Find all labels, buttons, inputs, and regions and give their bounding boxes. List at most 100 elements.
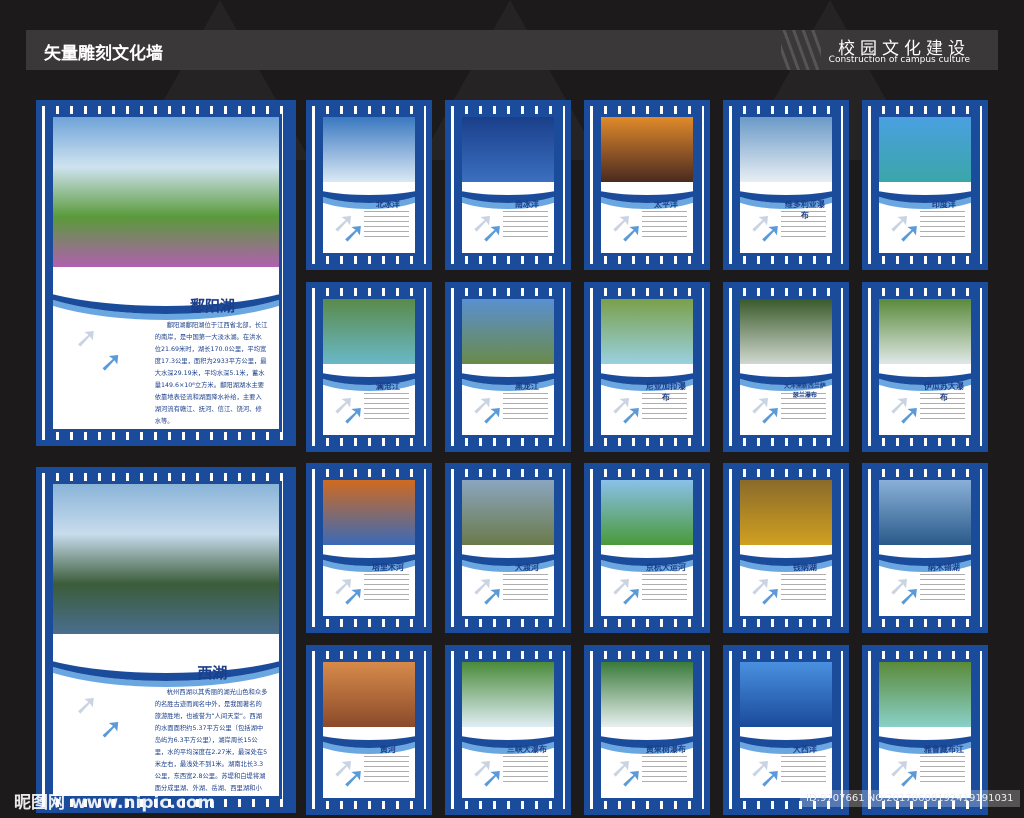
arrow-decoration: ➚ ➚ (748, 388, 783, 432)
panel-body-text: 鄱阳湖鄱阳湖位于江西省北部，长江的南岸，是中国第一大淡水湖。在洪水位21.69米… (154, 321, 268, 425)
display-panel: ➚ ➚ 钱纳湖 (723, 463, 849, 633)
panel-title: 大西洋 (792, 744, 817, 754)
arrow-decoration: ➚ ➚ (887, 569, 922, 613)
panel-frame: ➚ ➚ 纳木错湖 (868, 469, 982, 627)
arrow-decoration: ➚ ➚ (887, 206, 922, 250)
panel-body-text (364, 755, 410, 782)
panel-content: ➚ ➚ 纳木错湖 (876, 477, 974, 619)
panel-body-text (364, 210, 410, 237)
panel-body-text (781, 392, 827, 419)
panel-title: 三峡大瀑布 (506, 744, 547, 754)
blue-swoosh (601, 162, 693, 203)
blue-swoosh (740, 525, 832, 566)
large-display-panel: ➚ ➚ 西湖 杭州西湖以其秀丽的湖光山色和众多的名胜古迹而闻名中外，是我国著名的旅游胜… (36, 467, 296, 813)
panel-title: 黑龙江 (514, 381, 539, 391)
display-panel: ➚ ➚ 京杭大运河 (584, 463, 710, 633)
display-panel: ➚ ➚ 北冰洋 (306, 100, 432, 270)
panel-body-text (920, 392, 966, 419)
display-panel: ➚ ➚ 太平洋 (584, 100, 710, 270)
panel-frame: ➚➚尼亚加拉瀑布 (590, 288, 704, 446)
arrow-decoration: ➚ ➚ (331, 751, 366, 795)
display-panel: ➚➚伊瓜苏大瀑布 (862, 282, 988, 452)
panel-content: ➚ ➚ 黄果树瀑布 (598, 659, 696, 801)
arrow-decoration: ➚ ➚ (331, 388, 366, 432)
display-panel: ➚➚尼亚加拉瀑布 (584, 282, 710, 452)
arrow-decoration: ➚ ➚ (887, 751, 922, 795)
blue-swoosh (462, 344, 554, 385)
blue-swoosh (323, 707, 415, 748)
display-panel: ➚ ➚ 大渡河 (445, 463, 571, 633)
panel-body-text (781, 573, 827, 600)
arrow-decoration: ➚ ➚ (331, 206, 366, 250)
panel-title: 钱纳湖 (792, 562, 817, 572)
panel-content: ➚ ➚ 雅鲁藏布江 (876, 659, 974, 801)
panel-frame: ➚ ➚ 雅鲁藏布江 (868, 651, 982, 809)
arrow-decoration: ➚ ➚ (609, 751, 644, 795)
panel-body-text (503, 755, 549, 782)
panel-title: 北冰洋 (375, 199, 400, 209)
blue-swoosh (740, 344, 832, 385)
panel-content: ➚ ➚ 南冰洋 (459, 114, 557, 256)
panel-content: ➚ ➚ 京杭大运河 (598, 477, 696, 619)
panel-frame: ➚ ➚ 太平洋 (590, 106, 704, 264)
display-panel: ➚ ➚ 塔里木河 (306, 463, 432, 633)
display-panel: ➚ ➚ 印度洋 (862, 100, 988, 270)
panel-title: 京杭大运河 (645, 562, 686, 572)
arrow-decoration: ➚ ➚ (470, 206, 505, 250)
panel-frame: ➚ ➚ 南冰洋 (451, 106, 565, 264)
panel-frame: ➚ ➚ 大渡河 (451, 469, 565, 627)
large-display-panel: ➚ ➚ 鄱阳湖 鄱阳湖鄱阳湖位于江西省北部，长江的南岸，是中国第一大淡水湖。在洪水位2… (36, 100, 296, 446)
panel-body-text (642, 210, 688, 237)
panel-content: ➚ ➚ 印度洋 (876, 114, 974, 256)
panel-body-text (920, 573, 966, 600)
blue-swoosh (601, 344, 693, 385)
arrow-decoration: ➚ ➚ (470, 388, 505, 432)
panel-content: ➚ ➚ 塔里木河 (320, 477, 418, 619)
display-panel: ➚ ➚ 黄河 (306, 645, 432, 815)
panel-content: ➚ ➚ 大西洋 (737, 659, 835, 801)
panel-frame: ➚➚大洋洲新西兰萨瑟兰瀑布 (729, 288, 843, 446)
panel-body-text (781, 755, 827, 782)
arrow-decoration: ➚ ➚ (748, 569, 783, 613)
blue-swoosh (601, 707, 693, 748)
display-panel: ➚ ➚ 黄果树瀑布 (584, 645, 710, 815)
panel-frame: ➚ ➚ 大西洋 (729, 651, 843, 809)
blue-swoosh (879, 344, 971, 385)
display-panel: ➚➚大洋洲新西兰萨瑟兰瀑布 (723, 282, 849, 452)
blue-swoosh (740, 707, 832, 748)
banner-title: 矢量雕刻文化墙 (44, 44, 163, 64)
panel-title: 黄河 (379, 744, 396, 754)
arrow-decoration: ➚ ➚ (609, 206, 644, 250)
arrow-decoration: ➚ ➚ (887, 388, 922, 432)
panel-content: ➚➚尼亚加拉瀑布 (598, 296, 696, 438)
panel-title: 太平洋 (653, 199, 678, 209)
panel-title: 鄱阳湖 (189, 296, 235, 315)
blue-swoosh (462, 707, 554, 748)
blue-swoosh (740, 162, 832, 203)
display-panel: ➚ ➚ 澜沧江 (306, 282, 432, 452)
panel-frame: ➚ ➚ 黑龙江 (451, 288, 565, 446)
panel-body-text (364, 573, 410, 600)
panel-frame: ➚ ➚ 北冰洋 (312, 106, 426, 264)
panel-title: 西湖 (197, 663, 228, 682)
panel-title: 澜沧江 (375, 381, 400, 391)
blue-swoosh (879, 525, 971, 566)
panel-content: ➚ ➚ 黑龙江 (459, 296, 557, 438)
panel-title: 纳木错湖 (927, 562, 960, 572)
blue-swoosh (462, 525, 554, 566)
panel-frame: ➚ ➚ 塔里木河 (312, 469, 426, 627)
blue-swoosh (323, 162, 415, 203)
panel-body-text (920, 755, 966, 782)
blue-swoosh (462, 162, 554, 203)
panel-frame: ➚ ➚ 黄河 (312, 651, 426, 809)
panel-frame: ➚ ➚ 黄果树瀑布 (590, 651, 704, 809)
panel-title: 塔里木河 (371, 562, 404, 572)
panel-body-text (364, 392, 410, 419)
panel-frame: ➚ ➚ 澜沧江 (312, 288, 426, 446)
watermark-id: ID:9707661 NO:20170608192419191031 (800, 790, 1020, 807)
banner-decoration (781, 30, 821, 70)
blue-swoosh (601, 525, 693, 566)
panel-content: ➚ ➚ 钱纳湖 (737, 477, 835, 619)
panel-frame: ➚➚维多利亚瀑布 (729, 106, 843, 264)
panel-body-text (503, 392, 549, 419)
